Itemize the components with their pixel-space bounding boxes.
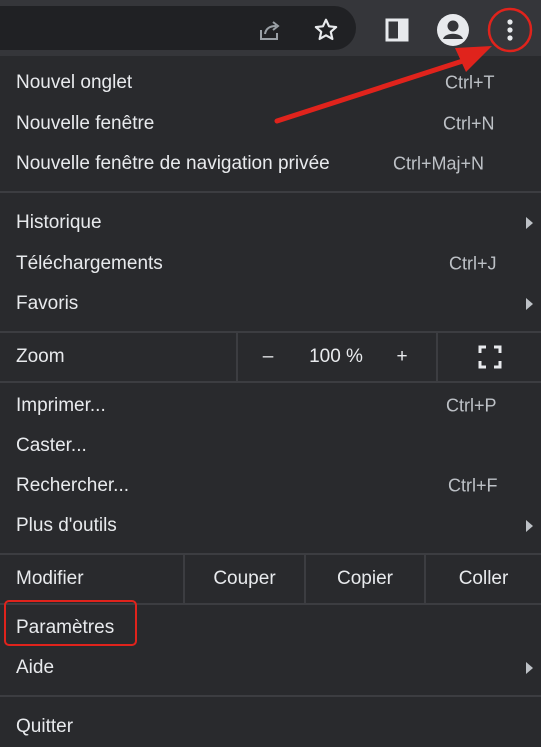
menu-item-label: Favoris [16, 293, 79, 314]
menu-item-label: Rechercher... [16, 475, 129, 496]
menu-item-help[interactable]: Aide [0, 648, 541, 688]
divider [436, 333, 438, 381]
menu-item-label: Historique [16, 212, 102, 233]
side-panel-icon[interactable] [383, 16, 411, 44]
submenu-arrow-icon [526, 662, 533, 674]
menu-item-downloads[interactable]: Téléchargements Ctrl+J [0, 244, 541, 284]
cut-button[interactable]: Couper [185, 555, 304, 603]
copy-button[interactable]: Copier [306, 555, 424, 603]
menu-separator [0, 381, 541, 383]
submenu-arrow-icon [526, 217, 533, 229]
menu-item-find[interactable]: Rechercher... Ctrl+F [0, 466, 541, 506]
menu-item-history[interactable]: Historique [0, 203, 541, 243]
shortcut-label: Ctrl+F [448, 475, 498, 496]
menu-item-label: Téléchargements [16, 253, 163, 274]
menu-item-quit[interactable]: Quitter [0, 707, 541, 747]
share-icon[interactable] [256, 16, 284, 44]
menu-separator [0, 695, 541, 697]
address-bar-end[interactable] [0, 6, 356, 50]
menu-item-new-tab[interactable]: Nouvel onglet Ctrl+T [0, 63, 541, 103]
menu-item-cast[interactable]: Caster... [0, 426, 541, 466]
menu-item-label: Plus d'outils [16, 515, 117, 536]
menu-item-label: Caster... [16, 435, 87, 456]
menu-item-new-window[interactable]: Nouvelle fenêtre Ctrl+N [0, 104, 541, 144]
paste-button[interactable]: Coller [426, 555, 541, 603]
menu-item-label: Nouvelle fenêtre [16, 113, 155, 134]
zoom-row: Zoom – 100 % + [0, 333, 541, 381]
menu-item-label: Quitter [16, 716, 74, 737]
menu-item-print[interactable]: Imprimer... Ctrl+P [0, 386, 541, 426]
submenu-arrow-icon [526, 298, 533, 310]
menu-item-bookmarks[interactable]: Favoris [0, 284, 541, 324]
shortcut-label: Ctrl+N [443, 113, 495, 134]
menu-item-incognito-window[interactable]: Nouvelle fenêtre de navigation privée Ct… [0, 144, 541, 184]
profile-icon[interactable] [435, 12, 471, 48]
shortcut-label: Ctrl+J [449, 253, 497, 274]
menu-item-label: Nouvel onglet [16, 72, 133, 93]
three-dots-vertical-icon[interactable] [490, 10, 530, 50]
edit-label: Modifier [16, 568, 84, 589]
zoom-label: Zoom [16, 346, 65, 367]
shortcut-label: Ctrl+P [446, 395, 497, 416]
menu-item-label: Nouvelle fenêtre de navigation privée [16, 153, 330, 174]
shortcut-label: Ctrl+Maj+N [393, 153, 485, 174]
browser-toolbar [0, 0, 541, 56]
star-icon[interactable] [312, 16, 340, 44]
menu-item-label: Imprimer... [16, 395, 106, 416]
divider [236, 333, 238, 381]
shortcut-label: Ctrl+T [445, 72, 495, 93]
settings-highlight-box [4, 600, 137, 646]
zoom-level: 100 % [309, 346, 363, 367]
edit-row: Modifier Couper Copier Coller [0, 555, 541, 603]
menu-item-label: Aide [16, 657, 55, 678]
zoom-out-button[interactable]: – [250, 346, 286, 368]
zoom-in-button[interactable]: + [384, 346, 420, 368]
submenu-arrow-icon [526, 520, 533, 532]
fullscreen-icon[interactable] [466, 343, 514, 371]
menu-item-more-tools[interactable]: Plus d'outils [0, 506, 541, 546]
menu-separator [0, 191, 541, 193]
